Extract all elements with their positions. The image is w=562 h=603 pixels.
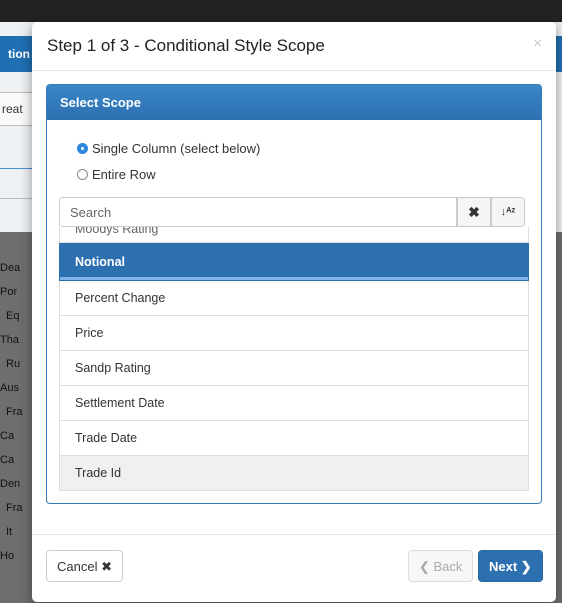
list-item[interactable]: Trade Date [59,421,529,456]
grid-row-fragment: Fra [6,502,23,514]
list-item[interactable]: Price [59,316,529,351]
grid-row-fragment: Ca [0,430,15,442]
grid-row-fragment: Dea [0,262,21,274]
sort-button[interactable]: ↓ᴬᶻ [491,197,525,227]
list-item[interactable]: Sandp Rating [59,351,529,386]
panel-heading: Select Scope [47,85,541,120]
column-list[interactable]: Moodys Rating Notional Percent Change Pr… [59,227,529,493]
scope-option-label: Entire Row [92,167,156,182]
select-scope-panel: Select Scope Single Column (select below… [46,84,542,504]
grid-row-fragment: Ca [0,454,15,466]
list-item[interactable]: Trade Id [59,456,529,491]
list-item-selected[interactable]: Notional [59,243,529,281]
dialog-title: Step 1 of 3 - Conditional Style Scope [47,36,325,55]
column-search-bar: ✖ ↓ᴬᶻ [59,197,529,227]
sort-alpha-icon: ↓ᴬᶻ [500,206,516,218]
dialog-header: Step 1 of 3 - Conditional Style Scope × [32,22,556,71]
grid-row-fragment: Por [0,286,18,298]
grid-row-fragment: It [6,526,13,538]
cancel-button[interactable]: Cancel ✖ [46,550,123,582]
grid-row-fragment: Aus [0,382,19,394]
list-item[interactable]: Percent Change [59,281,529,316]
background-grid-rows: Dea Por Eq Tha Ru Aus Fra Ca Ca Den Fra … [0,256,32,568]
list-item[interactable]: Moodys Rating [59,227,529,243]
list-item[interactable]: Settlement Date [59,386,529,421]
close-icon: ✖ [468,203,480,220]
scope-option-single-column[interactable]: Single Column (select below) [77,141,260,156]
app-top-bar [0,0,562,22]
close-icon[interactable]: × [533,35,542,52]
next-button[interactable]: Next ❯ [478,550,543,582]
radio-selected-icon[interactable] [77,143,88,154]
grid-row-fragment: Den [0,478,21,490]
clear-search-button[interactable]: ✖ [457,197,491,227]
search-input[interactable] [59,197,457,227]
radio-unselected-icon[interactable] [77,169,88,180]
grid-row-fragment: Ho [0,550,15,562]
conditional-style-dialog: Step 1 of 3 - Conditional Style Scope × … [32,22,556,602]
dialog-footer: Cancel ✖ ❮ Back Next ❯ [32,534,556,603]
scope-option-label: Single Column (select below) [92,141,261,156]
grid-row-fragment: Ru [6,358,21,370]
grid-row-fragment: Tha [0,334,19,346]
grid-row-fragment: Fra [6,406,23,418]
grid-row-fragment: Eq [6,310,20,322]
scope-option-entire-row[interactable]: Entire Row [77,167,156,182]
back-button[interactable]: ❮ Back [408,550,474,582]
